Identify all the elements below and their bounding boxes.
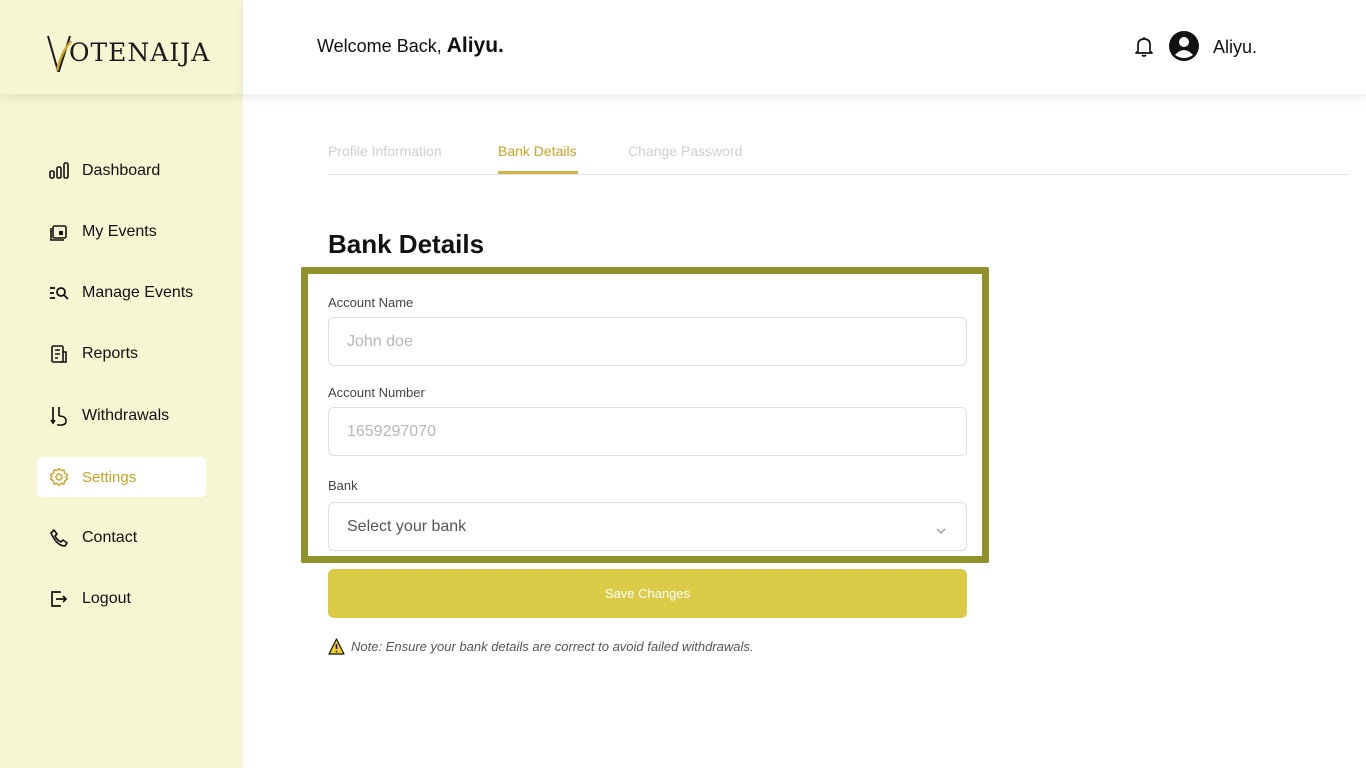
sidebar-item-label: Manage Events (82, 284, 194, 301)
logout-icon (49, 589, 69, 609)
report-icon (49, 344, 69, 364)
account-number-label: Account Number (328, 385, 425, 400)
logo-text: OTENAIJA (69, 38, 211, 67)
active-tab-indicator (498, 171, 578, 174)
withdraw-icon (49, 406, 69, 426)
tab-change-password[interactable]: Change Password (628, 143, 742, 159)
sidebar-item-reports[interactable]: Reports (37, 334, 206, 374)
settings-tabs: Profile Information Bank Details Change … (328, 130, 1348, 175)
header-user-name[interactable]: Aliyu. (1213, 37, 1257, 58)
welcome-user-name: Aliyu. (446, 34, 504, 57)
user-avatar-icon[interactable] (1169, 31, 1199, 61)
tab-bank-details[interactable]: Bank Details (498, 143, 577, 159)
logo-v-mark (47, 33, 72, 75)
welcome-text: Welcome Back, (317, 36, 447, 56)
bank-select-value: Select your bank (347, 518, 467, 535)
sidebar-item-label: My Events (82, 223, 157, 240)
tab-profile-information[interactable]: Profile Information (328, 143, 442, 159)
save-changes-button[interactable]: Save Changes (328, 569, 967, 618)
chevron-down-icon (936, 522, 946, 540)
sidebar-item-label: Contact (82, 529, 138, 546)
account-number-input[interactable] (328, 407, 967, 456)
sidebar-item-withdrawals[interactable]: Withdrawals (37, 396, 206, 436)
welcome-message: Welcome Back, Aliyu. (317, 34, 504, 58)
sidebar-item-label: Reports (82, 345, 139, 362)
account-name-label: Account Name (328, 295, 414, 310)
top-header: Welcome Back, Aliyu. Aliyu. (243, 0, 1366, 94)
bell-icon[interactable] (1134, 36, 1154, 63)
app-logo[interactable]: OTENAIJA (47, 33, 210, 75)
sidebar-item-settings[interactable]: Settings (37, 457, 206, 497)
account-name-input[interactable] (328, 317, 967, 366)
bank-label: Bank (328, 478, 358, 493)
warning-icon (328, 638, 345, 655)
sidebar-item-dashboard[interactable]: Dashboard (37, 151, 206, 191)
phone-icon (49, 528, 69, 548)
sidebar-item-label: Withdrawals (82, 407, 170, 424)
bar-chart-icon (49, 161, 69, 181)
note-text: Note: Ensure your bank details are corre… (351, 639, 754, 654)
bank-select[interactable]: Select your bank (328, 502, 967, 551)
gear-icon (49, 467, 69, 487)
sidebar-item-label: Settings (82, 468, 137, 486)
sidebar-item-label: Logout (82, 590, 131, 607)
calendar-icon (49, 222, 69, 242)
page-title: Bank Details (328, 229, 485, 259)
sidebar-item-label: Dashboard (82, 162, 161, 179)
list-search-icon (49, 283, 69, 303)
sidebar-item-manage-events[interactable]: Manage Events (37, 273, 206, 313)
logo-area: OTENAIJA (0, 0, 243, 94)
bank-note: Note: Ensure your bank details are corre… (328, 638, 753, 655)
sidebar-item-logout[interactable]: Logout (37, 579, 206, 619)
sidebar-item-contact[interactable]: Contact (37, 518, 206, 558)
sidebar: OTENAIJA Dashboard My Events Manage Even… (0, 0, 243, 768)
sidebar-item-my-events[interactable]: My Events (37, 212, 206, 252)
